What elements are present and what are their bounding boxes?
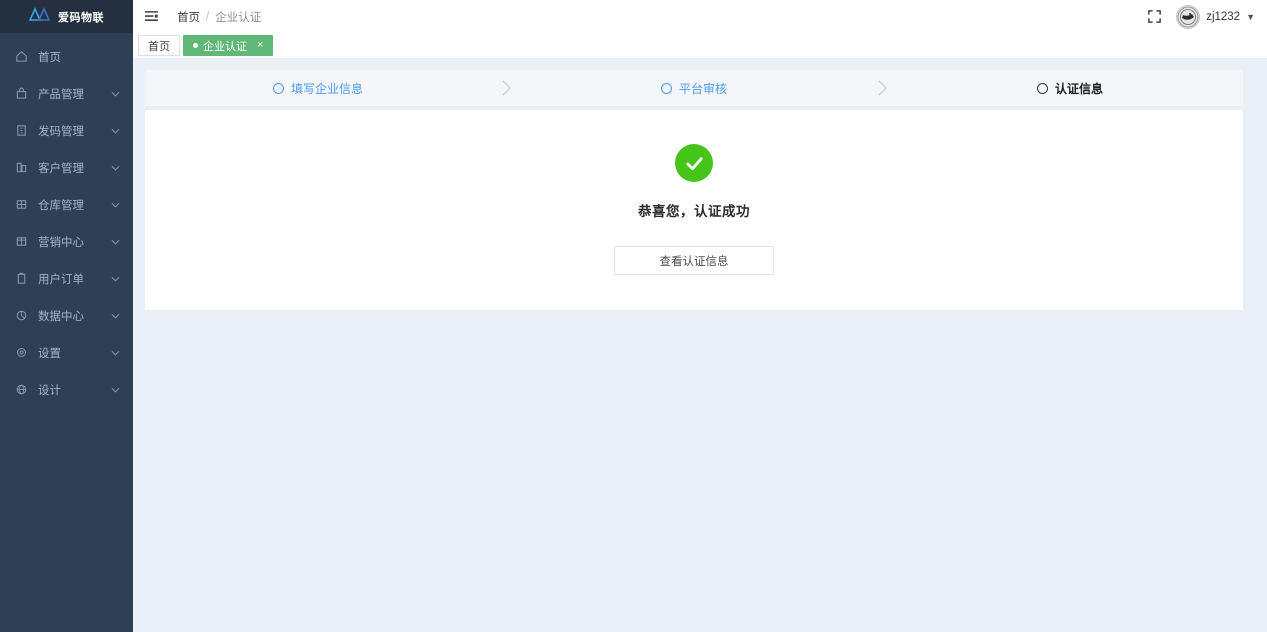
tab-label: 首页 xyxy=(148,40,170,53)
sidebar-menu: 首页 产品管理 发码管理 客户管理 仓库管理 营销中心 用户订单 数据中心 设置… xyxy=(0,33,133,408)
step-circle-icon xyxy=(272,82,284,94)
sidebar-item-label: 产品管理 xyxy=(38,88,84,101)
sidebar-logo[interactable]: 爱码物联 xyxy=(0,0,133,33)
hamburger-icon[interactable] xyxy=(143,8,160,25)
step-circle-icon xyxy=(1036,82,1048,94)
mountain-logo-icon xyxy=(28,7,51,26)
steps-bar: 填写企业信息 平台审核 认证信息 xyxy=(145,70,1243,106)
tab-label: 企业认证 xyxy=(203,40,247,53)
grid-icon xyxy=(14,198,28,212)
sidebar-item-design[interactable]: 设计 xyxy=(0,371,133,408)
sidebar-item-user-orders[interactable]: 用户订单 xyxy=(0,260,133,297)
sidebar-logo-text: 爱码物联 xyxy=(58,11,104,24)
step-label: 填写企业信息 xyxy=(290,81,363,96)
step-platform-review[interactable]: 平台审核 xyxy=(521,80,867,97)
sidebar-item-warehouse-management[interactable]: 仓库管理 xyxy=(0,186,133,223)
breadcrumb-home[interactable]: 首页 xyxy=(177,9,200,25)
sidebar: 爱码物联 首页 产品管理 发码管理 客户管理 仓库管理 营销中心 用户订单 数据… xyxy=(0,0,133,632)
chevron-down-icon[interactable] xyxy=(111,350,120,356)
sidebar-item-label: 仓库管理 xyxy=(38,199,84,212)
sidebar-item-label: 营销中心 xyxy=(38,236,84,249)
breadcrumb-current[interactable]: 企业认证 xyxy=(215,9,261,25)
tab-bar: 首页 企业认证 × xyxy=(133,33,1267,59)
tab-active-dot-icon xyxy=(193,43,198,48)
sidebar-item-label: 首页 xyxy=(38,51,61,64)
step-arrow-icon xyxy=(867,78,897,98)
bag-icon xyxy=(14,87,28,101)
sidebar-item-settings[interactable]: 设置 xyxy=(0,334,133,371)
globe-icon xyxy=(14,383,28,397)
chevron-down-icon[interactable]: ▼ xyxy=(1246,12,1255,22)
fullscreen-icon[interactable] xyxy=(1147,9,1162,24)
sidebar-item-data-center[interactable]: 数据中心 xyxy=(0,297,133,334)
sidebar-item-label: 设置 xyxy=(38,347,61,360)
step-certification-info[interactable]: 认证信息 xyxy=(897,80,1243,97)
gear-icon xyxy=(14,346,28,360)
breadcrumb-separator: / xyxy=(206,10,210,23)
step-circle-icon xyxy=(660,82,672,94)
breadcrumb: 首页 / 企业认证 xyxy=(177,9,261,25)
success-check-icon xyxy=(675,144,713,182)
chevron-down-icon[interactable] xyxy=(111,165,120,171)
chevron-down-icon[interactable] xyxy=(111,387,120,393)
chevron-down-icon[interactable] xyxy=(111,128,120,134)
sidebar-item-product-management[interactable]: 产品管理 xyxy=(0,75,133,112)
home-icon xyxy=(14,50,28,64)
sidebar-item-label: 发码管理 xyxy=(38,125,84,138)
step-arrow-icon xyxy=(491,78,521,98)
building-icon xyxy=(14,161,28,175)
view-certification-info-button[interactable]: 查看认证信息 xyxy=(614,246,774,275)
user-menu[interactable]: zj1232 ▼ xyxy=(1176,4,1255,29)
main-area: 首页 / 企业认证 zj1232 ▼ 首页 企业认证 × 填写企业信息 平台审核… xyxy=(133,0,1267,632)
sidebar-item-label: 用户订单 xyxy=(38,273,84,286)
topbar-right-group: zj1232 ▼ xyxy=(1147,4,1255,29)
chevron-down-icon[interactable] xyxy=(111,276,120,282)
close-icon[interactable]: × xyxy=(257,40,263,51)
step-fill-enterprise-info[interactable]: 填写企业信息 xyxy=(145,80,491,97)
tab-home[interactable]: 首页 xyxy=(138,35,180,56)
chevron-down-icon[interactable] xyxy=(111,239,120,245)
sidebar-item-label: 数据中心 xyxy=(38,310,84,323)
app-root: 爱码物联 首页 产品管理 发码管理 客户管理 仓库管理 营销中心 用户订单 数据… xyxy=(0,0,1267,632)
result-card: 恭喜您，认证成功 查看认证信息 xyxy=(145,110,1243,310)
result-message: 恭喜您，认证成功 xyxy=(638,204,750,219)
sidebar-item-code-management[interactable]: 发码管理 xyxy=(0,112,133,149)
avatar xyxy=(1176,4,1201,29)
username-label: zj1232 xyxy=(1206,10,1241,23)
table-icon xyxy=(14,235,28,249)
sidebar-item-marketing-center[interactable]: 营销中心 xyxy=(0,223,133,260)
code-book-icon xyxy=(14,124,28,138)
pie-chart-icon xyxy=(14,309,28,323)
sidebar-item-label: 设计 xyxy=(38,384,61,397)
chevron-down-icon[interactable] xyxy=(111,313,120,319)
top-header: 首页 / 企业认证 zj1232 ▼ xyxy=(133,0,1267,33)
chevron-down-icon[interactable] xyxy=(111,202,120,208)
sidebar-item-customer-management[interactable]: 客户管理 xyxy=(0,149,133,186)
content-area: 填写企业信息 平台审核 认证信息 恭喜您，认证成功 查看认证信息 xyxy=(133,59,1267,632)
sidebar-item-home[interactable]: 首页 xyxy=(0,38,133,75)
tab-enterprise-certification[interactable]: 企业认证 × xyxy=(183,35,274,56)
clipboard-icon xyxy=(14,272,28,286)
chevron-down-icon[interactable] xyxy=(111,91,120,97)
step-label: 平台审核 xyxy=(678,81,727,96)
step-label: 认证信息 xyxy=(1054,81,1103,96)
sidebar-item-label: 客户管理 xyxy=(38,162,84,175)
